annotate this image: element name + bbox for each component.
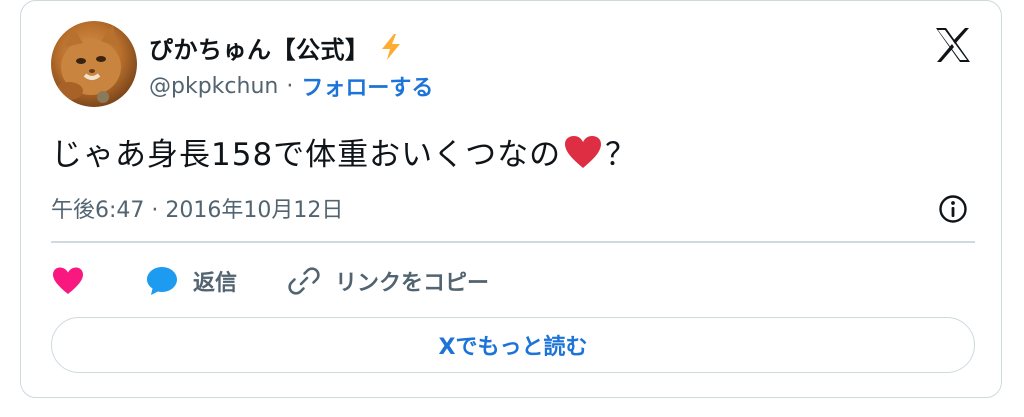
divider xyxy=(51,241,975,243)
reply-label: 返信 xyxy=(193,271,238,296)
link-icon xyxy=(288,267,320,295)
author-handle[interactable]: @pkpkchun xyxy=(149,74,278,99)
author-name-row: ぴかちゅん【公式】 xyxy=(149,29,406,65)
x-logo-icon[interactable] xyxy=(933,25,973,65)
follow-button[interactable]: フォローする xyxy=(301,70,433,102)
like-button[interactable] xyxy=(51,266,145,296)
cat-avatar-image xyxy=(55,25,121,103)
copy-link-label: リンクをコピー xyxy=(335,271,490,296)
reply-button[interactable]: 返信 xyxy=(145,265,287,297)
red-heart-icon xyxy=(565,135,602,168)
read-more-on-x-button[interactable]: Xでもっと読む xyxy=(51,317,975,373)
embedded-tweet-card: ぴかちゅん【公式】 @pkpkchun · フォローする じゃあ身長158で体重… xyxy=(20,0,1002,398)
tweet-text: じゃあ身長158で体重おいくつなの ？ xyxy=(51,129,637,174)
speech-bubble-icon xyxy=(147,267,177,295)
info-icon[interactable] xyxy=(937,193,969,225)
author-handle-row: @pkpkchun · フォローする xyxy=(149,69,433,103)
handle-separator: · xyxy=(286,73,294,99)
tweet-actions: 返信 リンクをコピー xyxy=(51,259,489,303)
author-display-name[interactable]: ぴかちゅん【公式】 xyxy=(149,30,370,65)
copy-link-button[interactable]: リンクをコピー xyxy=(287,264,489,298)
heart-icon xyxy=(53,267,83,294)
tweet-text-main: じゃあ身長158で体重おいくつなの xyxy=(51,137,562,173)
tweet-text-end: ？ xyxy=(605,137,638,173)
tweet-timestamp[interactable]: 午後6:47 · 2016年10月12日 xyxy=(51,191,343,225)
lightning-bolt-icon xyxy=(381,34,400,60)
avatar[interactable] xyxy=(51,21,137,107)
